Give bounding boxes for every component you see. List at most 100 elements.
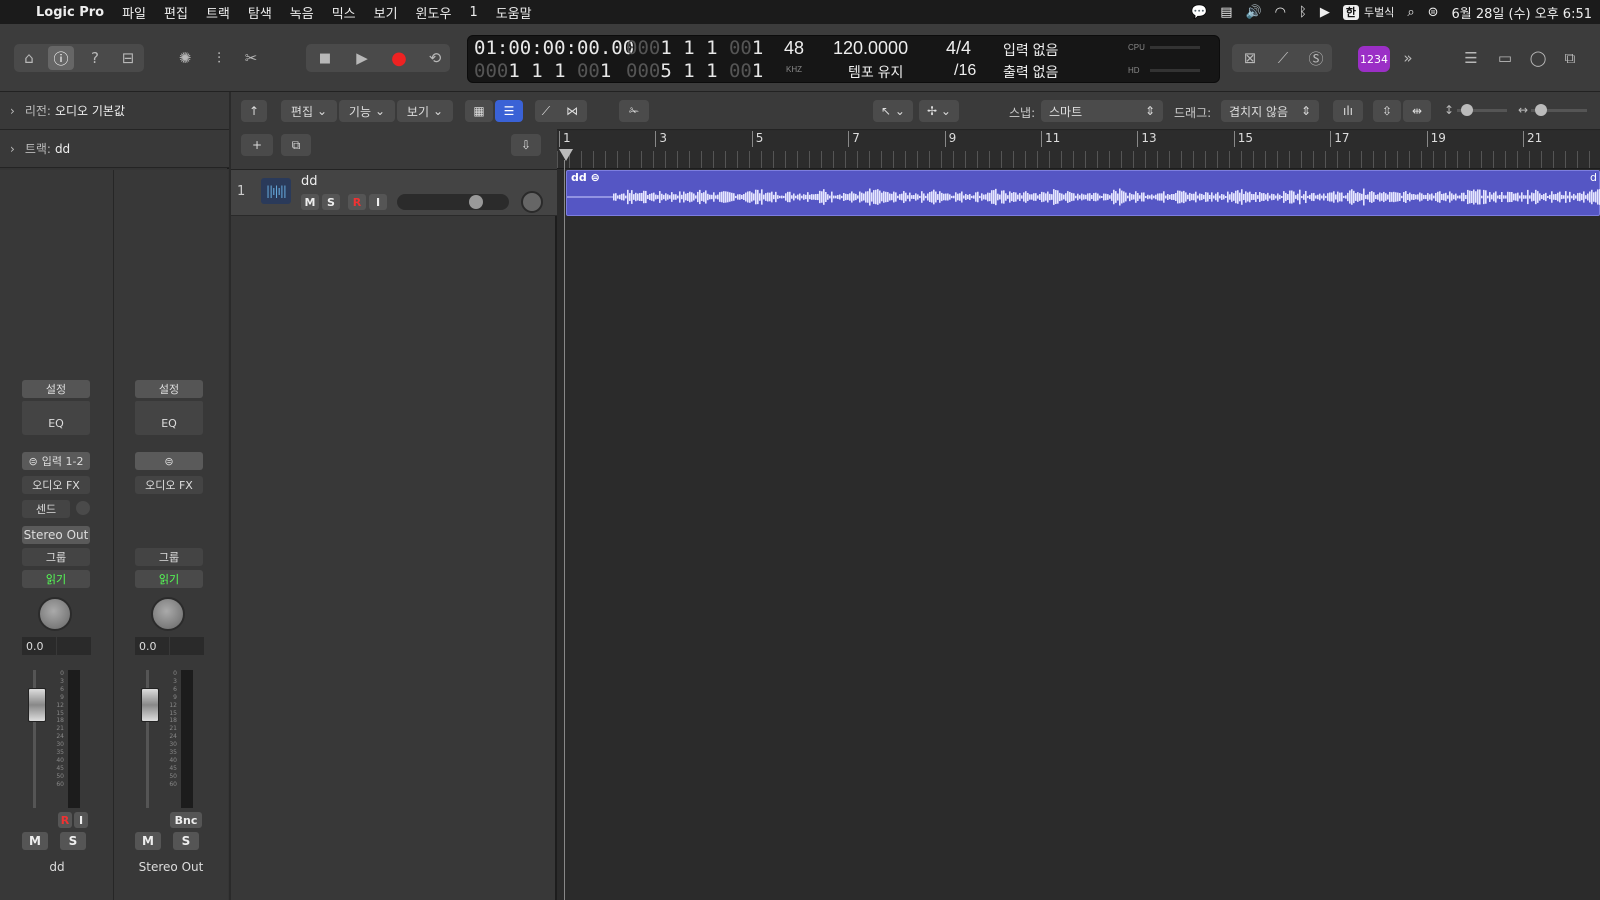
duplicate-track-button[interactable]: ⧉ xyxy=(281,134,311,156)
list-view-icon[interactable]: ☰ xyxy=(495,100,523,122)
split-tool-icon[interactable]: ✁ xyxy=(619,100,649,122)
vertical-fit-icon[interactable]: ⇳ xyxy=(1373,100,1401,122)
group-button[interactable]: 그룹 xyxy=(22,548,90,566)
loop-browser-icon[interactable]: ◯ xyxy=(1525,46,1551,70)
slider-thumb[interactable] xyxy=(469,195,483,209)
browser-icon[interactable]: ⧉ xyxy=(1557,46,1583,70)
menu-window[interactable]: 윈도우 xyxy=(407,3,461,22)
track-row[interactable]: 1 ||ı|ı|| dd M S R I xyxy=(231,170,557,216)
audio-fx-slot[interactable]: 오디오 FX xyxy=(135,476,203,494)
automation-mode-button[interactable]: 읽기 xyxy=(135,570,203,588)
region-inspector-header[interactable]: › 리전: 오디오 기본값 xyxy=(0,92,229,130)
count-in-badge[interactable]: 1234 xyxy=(1358,46,1390,72)
wifi-icon[interactable]: ◠ xyxy=(1275,5,1286,20)
input-monitor-button[interactable]: I xyxy=(74,812,88,828)
setting-button[interactable]: 설정 xyxy=(135,380,203,398)
menu-file[interactable]: 파일 xyxy=(113,3,155,22)
toolbar-icon[interactable]: ⊟ xyxy=(115,46,141,70)
drag-select[interactable]: 겹치지 않음 ⇕ xyxy=(1221,100,1319,122)
input-button[interactable]: ⊜ 입력 1-2 xyxy=(22,452,90,470)
control-center-icon[interactable]: ⊜ xyxy=(1428,5,1439,20)
grid-view-icon[interactable]: ▦ xyxy=(465,100,493,122)
record-button[interactable]: ● xyxy=(386,46,412,70)
channel-name[interactable]: dd xyxy=(0,860,114,874)
volume-fader[interactable] xyxy=(141,688,159,722)
menu-record[interactable]: 녹음 xyxy=(281,3,323,22)
audio-region[interactable]: dd ⊜ d xyxy=(566,170,1600,216)
menu-mix[interactable]: 믹스 xyxy=(323,3,365,22)
track-mute-button[interactable]: M xyxy=(301,194,319,210)
add-track-button[interactable]: + xyxy=(241,134,273,156)
menu-navigate[interactable]: 탐색 xyxy=(239,3,281,22)
horizontal-fit-icon[interactable]: ⇹ xyxy=(1403,100,1431,122)
play-button[interactable]: ▶ xyxy=(349,46,375,70)
pan-value[interactable]: 0.0 xyxy=(135,637,169,655)
message-icon[interactable]: 💬 xyxy=(1191,5,1207,20)
editors-icon[interactable]: ✂ xyxy=(238,46,264,70)
playhead[interactable] xyxy=(559,149,573,161)
menu-edit[interactable]: 편집 xyxy=(155,3,197,22)
bounce-button[interactable]: Bnc xyxy=(170,812,202,828)
tuning-icon[interactable]: ⟋ xyxy=(1270,46,1296,70)
quick-help-icon[interactable]: ? xyxy=(82,46,108,70)
vertical-zoom-slider[interactable] xyxy=(1457,104,1507,116)
snap-select[interactable]: 스마트 ⇕ xyxy=(1041,100,1163,122)
replace-icon[interactable]: ⊠ xyxy=(1237,46,1263,70)
automation-icon[interactable]: ⟋ xyxy=(535,100,557,122)
functions-menu-button[interactable]: 기능 ⌄ xyxy=(339,100,395,122)
input-method-label[interactable]: 두벌식 xyxy=(1364,4,1394,20)
output-button[interactable]: Stereo Out xyxy=(22,526,90,544)
bluetooth-icon[interactable]: ᛒ xyxy=(1299,5,1307,20)
send-knob-icon[interactable] xyxy=(76,501,90,515)
solo-button[interactable]: S xyxy=(60,832,86,850)
smart-controls-icon[interactable]: ✺ xyxy=(172,46,198,70)
track-name[interactable]: dd xyxy=(301,174,318,189)
group-button[interactable]: 그룹 xyxy=(135,548,203,566)
menu-app-name[interactable]: Logic Pro xyxy=(27,5,113,20)
solo-button[interactable]: S xyxy=(173,832,199,850)
keyboard-icon[interactable]: ▤ xyxy=(1220,5,1232,20)
track-solo-button[interactable]: S xyxy=(322,194,340,210)
library-icon[interactable]: ⌂ xyxy=(16,46,42,70)
volume-icon[interactable]: 🔊 xyxy=(1245,5,1261,20)
mute-button[interactable]: M xyxy=(22,832,48,850)
pan-value[interactable]: 0.0 xyxy=(22,637,56,655)
bar-ruler[interactable]: 1 3 5 7 9 11 13 15 17 19 21 xyxy=(557,131,1600,169)
inspector-icon[interactable]: ⓘ xyxy=(48,46,74,70)
input-source-badge[interactable]: 한 xyxy=(1342,4,1359,20)
secondary-tool-button[interactable]: ✢ ⌄ xyxy=(919,100,959,122)
menu-view[interactable]: 보기 xyxy=(365,3,407,22)
track-volume-slider[interactable] xyxy=(397,194,509,210)
curve-tool-icon[interactable]: ⋈ xyxy=(557,100,587,122)
record-enable-button[interactable]: R xyxy=(58,812,72,828)
mixer-icon[interactable]: ⫶ xyxy=(206,46,232,70)
clock[interactable]: 6월 28일 (수) 오후 6:51 xyxy=(1452,3,1592,22)
more-icon[interactable]: » xyxy=(1395,46,1421,70)
horizontal-zoom-slider[interactable] xyxy=(1531,104,1587,116)
mute-button[interactable]: M xyxy=(135,832,161,850)
play-circle-icon[interactable]: ▶ xyxy=(1320,5,1330,20)
notepad-icon[interactable]: ▭ xyxy=(1492,46,1518,70)
list-editors-icon[interactable]: ☰ xyxy=(1458,46,1484,70)
eq-button[interactable]: EQ xyxy=(22,411,90,435)
track-pan-knob[interactable] xyxy=(521,191,543,213)
waveform-zoom-icon[interactable]: ılı xyxy=(1333,100,1363,122)
search-icon[interactable]: ⌕ xyxy=(1407,5,1414,20)
setting-button[interactable]: 설정 xyxy=(22,380,90,398)
track-record-button[interactable]: R xyxy=(348,194,366,210)
lcd-display[interactable]: 01:00:00:00.00 0001 1 1 001 0001 1 1 001… xyxy=(467,35,1220,83)
solo-icon[interactable]: Ⓢ xyxy=(1303,46,1329,70)
view-menu-button[interactable]: 보기 ⌄ xyxy=(397,100,453,122)
menu-1[interactable]: 1 xyxy=(460,5,486,20)
audio-fx-slot[interactable]: 오디오 FX xyxy=(22,476,90,494)
automation-mode-button[interactable]: 읽기 xyxy=(22,570,90,588)
global-tracks-button[interactable]: ⇩ xyxy=(511,134,541,156)
pointer-tool-button[interactable]: ↖ ⌄ xyxy=(873,100,913,122)
send-slot[interactable]: 센드 xyxy=(22,500,70,518)
eq-button[interactable]: EQ xyxy=(135,411,203,435)
track-inspector-header[interactable]: › 트랙: dd xyxy=(0,130,229,168)
track-input-monitor-button[interactable]: I xyxy=(369,194,387,210)
channel-name[interactable]: Stereo Out xyxy=(114,860,228,874)
cycle-button[interactable]: ⟲ xyxy=(422,46,448,70)
slider-thumb[interactable] xyxy=(1461,104,1473,116)
